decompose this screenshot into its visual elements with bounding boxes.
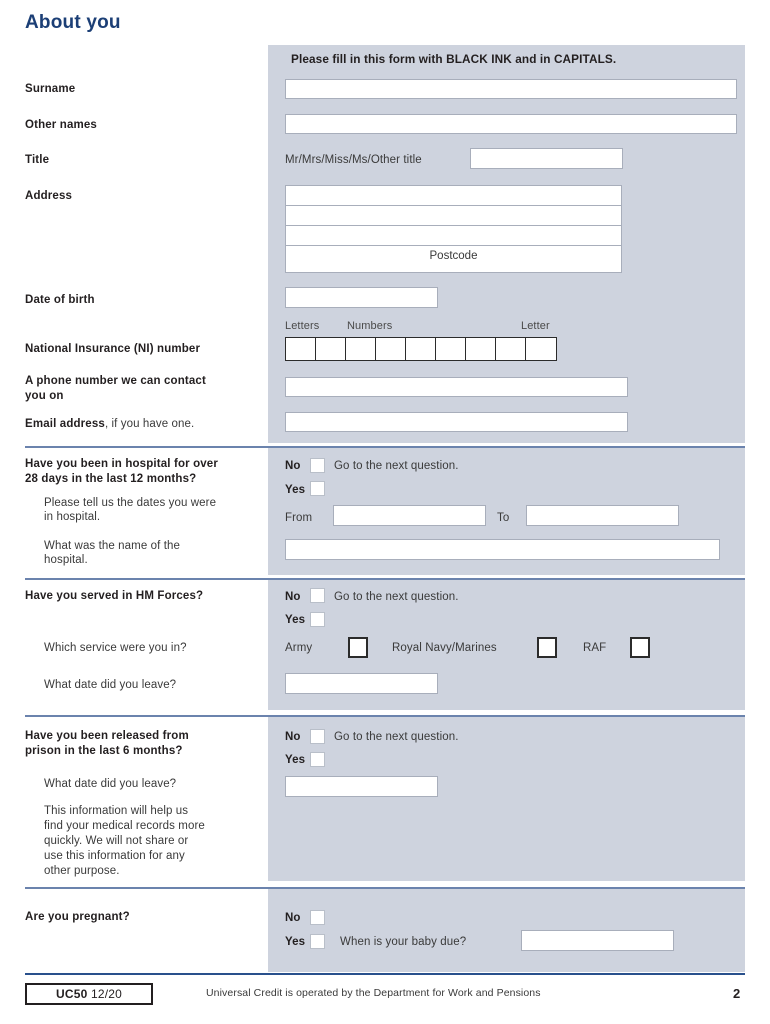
label-surname: Surname [25, 83, 76, 95]
forces-leave-date-input[interactable] [285, 673, 438, 694]
forces-yes-label: Yes [285, 614, 306, 626]
ni-cell[interactable] [346, 338, 376, 360]
ni-cell[interactable] [406, 338, 436, 360]
forces-service-navy-label: Royal Navy/Marines [392, 642, 497, 654]
section-divider [25, 578, 745, 580]
ni-number-input[interactable] [285, 337, 557, 361]
forces-service-navy-checkbox[interactable] [537, 637, 557, 658]
form-instruction: Please fill in this form with BLACK INK … [291, 52, 617, 66]
ni-cell[interactable] [286, 338, 316, 360]
phone-input[interactable] [285, 377, 628, 397]
hospital-yes-checkbox[interactable] [310, 481, 325, 496]
forces-no-checkbox[interactable] [310, 588, 325, 603]
prison-note-line-2: find your medical records more [44, 820, 205, 832]
prison-yes-checkbox[interactable] [310, 752, 325, 767]
prison-leave-date-input[interactable] [285, 776, 438, 797]
pregnancy-yes-checkbox[interactable] [310, 934, 325, 949]
prison-yes-label: Yes [285, 754, 306, 766]
label-hospital-q-line2: 28 days in the last 12 months? [25, 473, 197, 485]
form-code-box: UC50 12/20 [25, 983, 153, 1005]
hospital-from-label: From [285, 512, 313, 524]
hospital-no-hint: Go to the next question. [334, 460, 459, 472]
label-prison-leave-date: What date did you leave? [44, 778, 177, 790]
page-title: About you [25, 12, 121, 33]
ni-hint-letter: Letter [521, 320, 550, 332]
label-forces-question: Have you served in HM Forces? [25, 590, 204, 602]
title-input[interactable] [470, 148, 623, 169]
label-email: Email address, if you have one. [25, 417, 194, 433]
label-baby-due: When is your baby due? [340, 936, 467, 948]
baby-due-input[interactable] [521, 930, 674, 951]
forces-service-army-checkbox[interactable] [348, 637, 368, 658]
forces-service-raf-checkbox[interactable] [630, 637, 650, 658]
ni-cell[interactable] [466, 338, 496, 360]
prison-no-label: No [285, 731, 301, 743]
label-other-names: Other names [25, 119, 97, 131]
label-forces-service: Which service were you in? [44, 642, 187, 654]
label-prison-q-line2: prison in the last 6 months? [25, 745, 183, 757]
address-line-1[interactable] [286, 186, 621, 206]
pregnancy-no-label: No [285, 912, 301, 924]
label-title: Title [25, 154, 50, 166]
footer-divider [25, 973, 745, 975]
label-forces-leave-date: What date did you leave? [44, 679, 177, 691]
label-hospital-q-line1: Have you been in hospital for over [25, 458, 218, 470]
date-of-birth-input[interactable] [285, 287, 438, 308]
section-divider [25, 446, 745, 448]
hospital-to-input[interactable] [526, 505, 679, 526]
ni-cell[interactable] [526, 338, 556, 360]
prison-note-line-3: quickly. We will not share or [44, 835, 189, 847]
section-divider [25, 715, 745, 717]
section-divider [25, 887, 745, 889]
label-email-bold: Email address [25, 418, 105, 430]
label-hospital-dates-line2: in hospital. [44, 511, 101, 523]
hospital-to-label: To [497, 512, 510, 524]
email-input[interactable] [285, 412, 628, 432]
form-code: UC50 [55, 987, 91, 1001]
hospital-from-input[interactable] [333, 505, 486, 526]
forces-service-army-label: Army [285, 642, 313, 654]
ni-cell[interactable] [436, 338, 466, 360]
page-number: 2 [733, 986, 741, 1001]
pregnancy-no-checkbox[interactable] [310, 910, 325, 925]
hospital-no-checkbox[interactable] [310, 458, 325, 473]
footer-note: Universal Credit is operated by the Depa… [206, 987, 541, 999]
surname-input[interactable] [285, 79, 737, 99]
label-hospital-name-line2: hospital. [44, 554, 88, 566]
ni-cell[interactable] [376, 338, 406, 360]
address-line-2[interactable] [286, 206, 621, 226]
hospital-yes-label: Yes [285, 484, 306, 496]
label-pregnancy-question: Are you pregnant? [25, 911, 130, 923]
label-phone-line1: A phone number we can contact [25, 375, 206, 387]
pregnancy-yes-label: Yes [285, 936, 306, 948]
ni-hint-numbers: Numbers [347, 320, 393, 332]
label-ni-number: National Insurance (NI) number [25, 343, 201, 355]
label-email-rest: , if you have one. [104, 418, 195, 430]
ni-cell[interactable] [316, 338, 346, 360]
prison-no-hint: Go to the next question. [334, 731, 459, 743]
postcode-field[interactable]: Postcode [286, 246, 621, 266]
prison-note-line-1: This information will help us [44, 805, 189, 817]
forces-yes-checkbox[interactable] [310, 612, 325, 627]
prison-no-checkbox[interactable] [310, 729, 325, 744]
other-names-input[interactable] [285, 114, 737, 134]
address-block: Postcode [285, 185, 622, 273]
label-phone-line2: you on [25, 390, 64, 402]
hospital-name-input[interactable] [285, 539, 720, 560]
ni-hint-letters: Letters [285, 320, 320, 332]
label-address: Address [25, 190, 73, 202]
prison-note-line-4: use this information for any [44, 850, 185, 862]
forces-service-raf-label: RAF [583, 642, 607, 654]
label-prison-q-line1: Have you been released from [25, 730, 189, 742]
prison-note-line-5: other purpose. [44, 865, 120, 877]
form-date: 12/20 [90, 987, 123, 1001]
title-hint: Mr/Mrs/Miss/Ms/Other title [285, 154, 422, 166]
address-line-3[interactable] [286, 226, 621, 246]
forces-no-hint: Go to the next question. [334, 591, 459, 603]
hospital-no-label: No [285, 460, 301, 472]
label-date-of-birth: Date of birth [25, 294, 95, 306]
forces-no-label: No [285, 591, 301, 603]
ni-cell[interactable] [496, 338, 526, 360]
